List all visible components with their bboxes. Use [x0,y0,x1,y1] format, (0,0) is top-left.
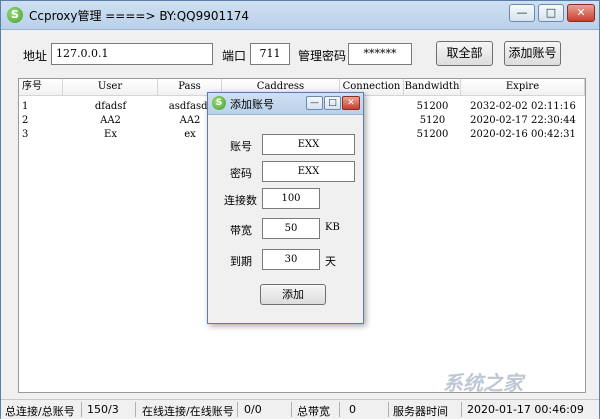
column-header-bandwidth[interactable]: Bandwidth [404,79,461,96]
status-divider [135,402,136,417]
status-divider [81,402,82,417]
account-input[interactable]: EXX [262,134,355,155]
admin-password-input[interactable]: ****** [348,43,412,65]
bandwidth-label: 带宽 [230,224,252,237]
bandwidth-unit: KB [325,222,340,233]
table-row-3-index[interactable]: 3 [22,128,42,142]
address-label: 地址 [23,49,48,63]
expire-days-input[interactable]: 30 [262,249,320,270]
table-row-1-index[interactable]: 1 [22,100,42,114]
table-row-3-bandwidth[interactable]: 51200 [404,128,461,142]
status-divider [237,402,238,417]
status-divider [339,402,340,417]
table-row-1-bandwidth[interactable]: 51200 [404,100,461,114]
table-row-2-bandwidth[interactable]: 5120 [404,114,461,128]
expire-label: 到期 [230,255,252,268]
table-row-3-expire[interactable]: 2020-02-16 00:42:31 [461,128,585,142]
ccproxy-logo-icon: S [7,7,23,23]
table-row-2-expire[interactable]: 2020-02-17 22:30:44 [461,114,585,128]
fetch-all-button[interactable]: 取全部 [436,41,493,66]
bandwidth-input[interactable]: 50 [262,218,320,239]
table-row-1-expire[interactable]: 2032-02-02 02:11:16 [461,100,585,114]
close-button[interactable]: ✕ [567,4,595,22]
table-row-1-user[interactable]: dfadsf [63,100,158,114]
add-account-button[interactable]: 添加账号 [504,41,561,66]
expire-unit: 天 [325,255,336,268]
table-row-2-user[interactable]: AA2 [63,114,158,128]
connection-count-input[interactable]: 100 [262,188,320,209]
status-divider [388,402,389,417]
account-label: 账号 [230,140,252,153]
online-connections-value: 0/0 [244,403,262,416]
column-header-expire[interactable]: Expire [461,79,585,96]
add-button[interactable]: 添加 [260,284,326,305]
dialog-title: 添加账号 [230,98,274,111]
connection-count-label: 连接数 [224,194,257,207]
status-divider [291,402,292,417]
total-bandwidth-value: 0 [349,403,356,416]
title-bar: S Ccproxy管理 ====> BY:QQ9901174 — □ ✕ [1,1,599,30]
password-label: 密码 [230,167,252,180]
ccproxy-logo-icon: S [212,96,226,110]
maximize-button[interactable]: □ [538,4,564,22]
add-account-dialog: S 添加账号 — □ ✕ 账号 EXX 密码 EXX 连接数 100 带宽 50… [207,92,364,324]
table-row-3-user[interactable]: Ex [63,128,158,142]
dialog-minimize-button[interactable]: — [306,96,323,110]
watermark-logo: 系统之家 [443,371,523,395]
port-input[interactable]: 711 [250,43,290,65]
password-input[interactable]: EXX [262,161,355,182]
dialog-maximize-button[interactable]: □ [324,96,341,110]
column-header-index[interactable]: 序号 [19,79,63,96]
column-header-user[interactable]: User [63,79,158,96]
dialog-close-button[interactable]: ✕ [342,96,360,110]
port-label: 端口 [222,49,247,63]
admin-password-label: 管理密码 [298,49,347,63]
window-title: Ccproxy管理 ====> BY:QQ9901174 [29,9,250,23]
total-connections-value: 150/3 [87,403,119,416]
address-input[interactable]: 127.0.0.1 [51,43,213,65]
table-row-2-index[interactable]: 2 [22,114,42,128]
minimize-button[interactable]: — [509,4,535,22]
dialog-title-bar: S 添加账号 — □ ✕ [208,93,363,115]
